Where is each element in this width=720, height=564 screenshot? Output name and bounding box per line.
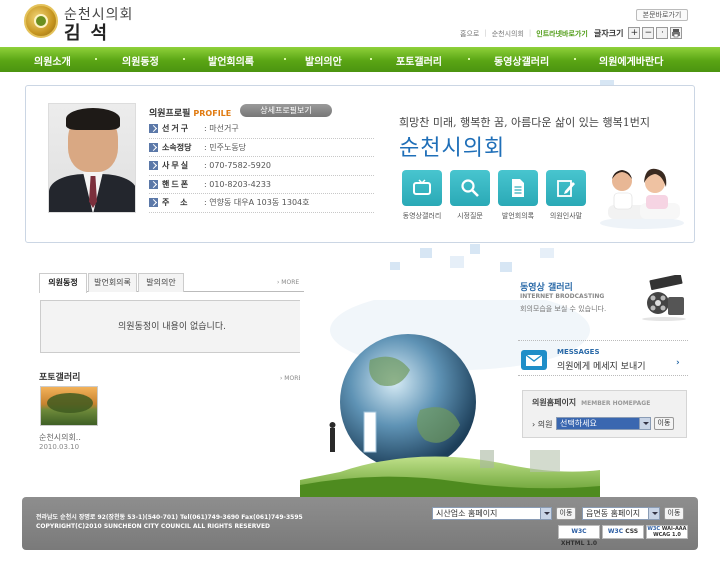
bullet-check-icon — [149, 124, 158, 134]
info-row-district: 선거구 : 마선거구 — [149, 120, 374, 139]
footer-address: 전라남도 순천시 장명로 92(장천동 53-1)(540-701) Tel(0… — [36, 514, 303, 521]
bullet-check-icon — [149, 142, 158, 152]
banner-city-title: 순천시의회 — [399, 136, 506, 161]
member-select[interactable]: 선택하세요 — [556, 417, 651, 430]
wcag-badge[interactable]: W3C WAI-AAA WCAG 1.0 — [646, 525, 688, 539]
content-tabs: 의원동정 발언회의록 발의의안 — [39, 273, 304, 293]
css-badge[interactable]: W3C CSS — [602, 525, 644, 539]
document-icon[interactable] — [498, 170, 538, 206]
decor-square — [500, 262, 512, 272]
tab-member-news[interactable]: 의원동정 — [39, 273, 87, 293]
chevron-down-icon[interactable] — [648, 508, 659, 519]
tab-speech-minutes[interactable]: 발언회의록 — [88, 273, 137, 292]
font-size-control: 글자크기 + − · — [594, 27, 683, 39]
home-link[interactable]: 홈으로 — [460, 29, 479, 39]
decor-square — [390, 262, 400, 270]
film-reel-icon[interactable] — [640, 275, 688, 321]
photo-gallery-title: 포토갤러리 — [39, 373, 81, 383]
print-icon[interactable] — [670, 27, 683, 39]
decor-square — [420, 248, 432, 258]
nav-member-intro[interactable]: 의원소개 — [34, 53, 71, 68]
chevron-down-icon[interactable] — [639, 418, 650, 429]
skip-to-content-button[interactable]: 본문바로가기 — [636, 9, 688, 21]
quick-link-video-gallery[interactable]: 동영상갤러리 — [402, 170, 442, 221]
font-increase-button[interactable]: + — [628, 27, 641, 39]
banner-slogan: 희망찬 미래, 행복한 꿈, 아름다운 삶이 있는 행복1번지 — [399, 116, 650, 129]
info-row-address: 주 소 : 연향동 대우A 103동 1304호 — [149, 194, 374, 213]
decor-square — [470, 244, 480, 254]
footer-site-select[interactable]: 시산업소 홈페이지 — [432, 507, 552, 520]
gallery-more-link[interactable]: › MORE — [280, 375, 302, 382]
nav-bills[interactable]: 발의의안 — [305, 53, 342, 68]
xhtml-badge[interactable]: W3C XHTML 1.0 — [558, 525, 600, 547]
quick-links: 동영상갤러리 시정질문 발언회의록 의원인사말 — [402, 170, 586, 221]
video-gallery-subtitle: INTERNET BRODCASTING — [520, 293, 605, 300]
footer-copyright: COPYRIGHT(C)2010 SUNCHEON CITY COUNCIL A… — [36, 523, 271, 530]
profile-title-en: PROFILE — [193, 109, 232, 118]
empty-notice: 의원동정이 내용이 없습니다. — [40, 300, 304, 353]
nav-video-gallery[interactable]: 동영상갤러리 — [494, 53, 549, 68]
children-illustration — [600, 168, 684, 229]
font-reset-button[interactable]: · — [656, 27, 669, 39]
decor-square — [540, 248, 554, 258]
gallery-date: 2010.03.10 — [39, 443, 80, 451]
tv-icon[interactable] — [402, 170, 442, 206]
nav-speech-minutes[interactable]: 발언회의록 — [208, 53, 254, 68]
font-size-label: 글자크기 — [594, 28, 624, 38]
gallery-thumbnail[interactable] — [40, 386, 98, 426]
search-icon[interactable] — [450, 170, 490, 206]
footer-district-select[interactable]: 읍면동 홈페이지 — [582, 507, 660, 520]
decor-square — [450, 256, 464, 268]
nav-message-to-member[interactable]: 의원에게바란다 — [599, 53, 663, 68]
profile-title: 의원프로필 PROFILE — [149, 109, 232, 119]
detail-profile-button[interactable]: 상세프로필보기 — [240, 104, 332, 117]
chevron-right-icon[interactable]: › — [676, 358, 680, 368]
council-emblem-icon[interactable] — [24, 4, 58, 38]
tabs-more-link[interactable]: › MORE — [277, 279, 299, 286]
council-link[interactable]: 순천시의회 — [492, 29, 524, 39]
utility-links: 홈으로 | 순천시의회 | 인트라넷바로가기 — [460, 29, 588, 39]
bullet-check-icon — [149, 198, 158, 208]
tab-bills[interactable]: 발의의안 — [138, 273, 184, 292]
footer-district-go-button[interactable]: 이동 — [664, 507, 684, 520]
info-row-mobile: 핸드폰 : 010-8203-4233 — [149, 176, 374, 194]
bullet-check-icon — [149, 179, 158, 189]
messages-title-en: MESSAGES — [557, 348, 600, 356]
profile-info-list: 선거구 : 마선거구 소속정당 : 민주노동당 사무실 : 070-7582-5… — [149, 120, 374, 213]
edit-note-icon[interactable] — [546, 170, 586, 206]
site-header: 순천시의회 김석 본문바로가기 홈으로 | 순천시의회 | 인트라넷바로가기 글… — [0, 0, 720, 46]
main-nav: 의원소개 의원동정 발언회의록 발의의안 포토갤러리 동영상갤러리 의원에게바란… — [0, 47, 720, 72]
quick-link-question[interactable]: 시정질문 — [450, 170, 490, 221]
member-select-label: › 의원 — [532, 420, 553, 429]
video-gallery-title[interactable]: 동영상 갤러리 — [520, 280, 573, 293]
font-decrease-button[interactable]: − — [642, 27, 655, 39]
envelope-icon[interactable] — [521, 350, 547, 370]
member-homepage-title: 의원홈페이지 MEMBER HOMEPAGE — [532, 398, 651, 407]
quick-link-minutes[interactable]: 발언회의록 — [498, 170, 538, 221]
quick-link-greeting[interactable]: 의원인사말 — [546, 170, 586, 221]
member-photo — [48, 103, 136, 213]
footer-site-go-button[interactable]: 이동 — [556, 507, 576, 520]
intranet-link[interactable]: 인트라넷바로가기 — [536, 29, 588, 39]
messages-title[interactable]: 의원에게 메세지 보내기 — [557, 359, 646, 372]
nav-member-news[interactable]: 의원동정 — [122, 53, 159, 68]
chevron-down-icon[interactable] — [540, 508, 551, 519]
info-row-party: 소속정당 : 민주노동당 — [149, 139, 374, 157]
bullet-check-icon — [149, 161, 158, 171]
gallery-caption[interactable]: 순천시의회.. — [39, 432, 81, 443]
video-gallery-desc: 회의모습을 보실 수 있습니다. — [520, 305, 607, 313]
member-name: 김석 — [64, 23, 118, 44]
nav-photo-gallery[interactable]: 포토갤러리 — [396, 53, 442, 68]
member-go-button[interactable]: 이동 — [654, 417, 674, 430]
info-row-office: 사무실 : 070-7582-5920 — [149, 157, 374, 176]
